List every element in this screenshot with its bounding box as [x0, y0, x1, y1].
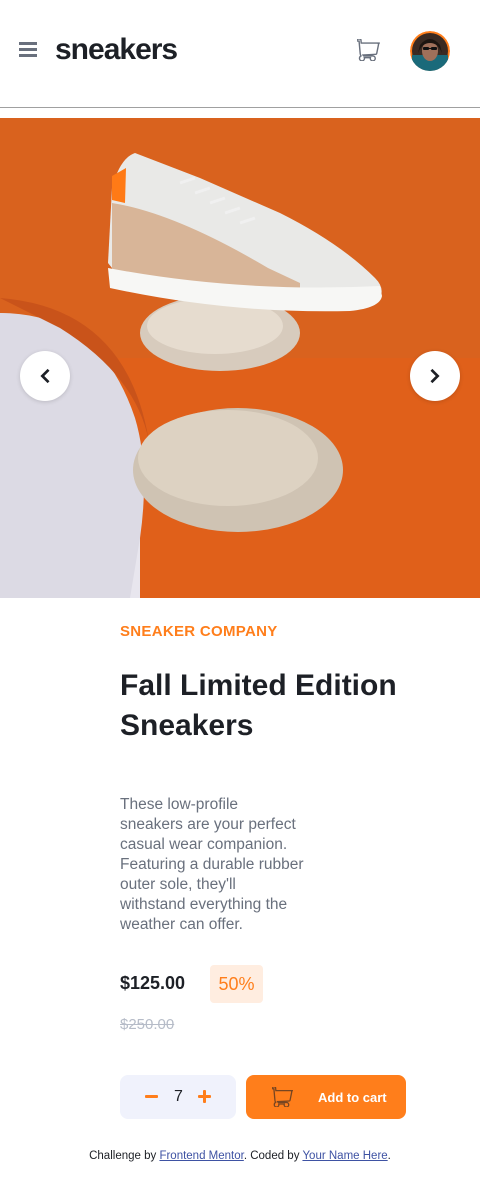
cart-icon[interactable] — [356, 38, 381, 62]
frontend-mentor-link[interactable]: Frontend Mentor — [159, 1150, 243, 1162]
attribution-suffix: . — [387, 1150, 391, 1162]
add-to-cart-button[interactable]: Add to cart — [246, 1075, 406, 1119]
avatar[interactable] — [410, 31, 450, 71]
logo[interactable]: sneakers — [55, 30, 178, 70]
product-image — [0, 118, 480, 598]
minus-icon[interactable] — [145, 1090, 159, 1104]
company-label: SNEAKER COMPANY — [120, 623, 278, 640]
product-title: Fall Limited Edition Sneakers — [120, 669, 397, 742]
chevron-left-icon — [40, 368, 50, 384]
attribution: Challenge by Frontend Mentor. Coded by Y… — [0, 1150, 480, 1162]
product-description: These low-profile sneakers are your perf… — [120, 796, 304, 933]
next-image-button[interactable] — [410, 351, 460, 401]
header: sneakers — [0, 0, 480, 108]
add-to-cart-label: Add to cart — [318, 1089, 387, 1105]
original-price: $250.00 — [120, 1016, 175, 1033]
menu-icon[interactable] — [19, 42, 37, 58]
cart-icon — [272, 1087, 293, 1107]
quantity-stepper: 7 — [120, 1075, 236, 1119]
chevron-right-icon — [430, 368, 440, 384]
author-link[interactable]: Your Name Here — [302, 1150, 387, 1162]
discount-badge: 50% — [210, 965, 263, 1003]
plus-icon[interactable] — [198, 1090, 212, 1104]
previous-image-button[interactable] — [20, 351, 70, 401]
quantity-value: 7 — [174, 1088, 183, 1105]
attribution-prefix: Challenge by — [89, 1150, 160, 1162]
attribution-middle: . Coded by — [243, 1150, 303, 1162]
current-price: $125.00 — [120, 973, 186, 993]
